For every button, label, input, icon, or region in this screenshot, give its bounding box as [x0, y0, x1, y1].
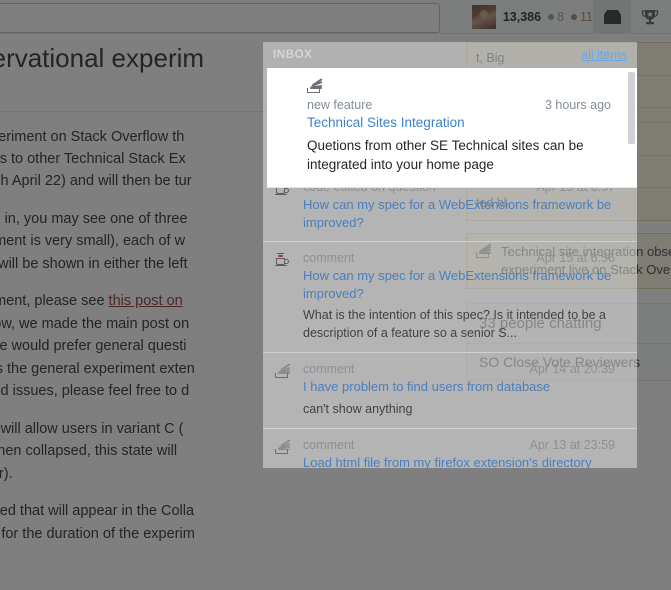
post-line: ack Overflow, we made the main post on [0, 315, 190, 332]
post-paragraph-5: s been added that will appear in the Col… [0, 500, 468, 545]
notification-excerpt: Quetions from other SE Technical sites c… [307, 138, 584, 173]
post-line: ge sites. We would prefer general questi [0, 338, 187, 355]
post-line: eks (through April 22) and will then be … [0, 173, 192, 190]
all-items-link[interactable]: all items [581, 48, 627, 62]
notification-time: Apr 14 at 20:39 [529, 362, 615, 377]
notification-title[interactable]: I have problem to find users from databa… [303, 378, 615, 396]
coffee-mug-site-icon [275, 252, 290, 267]
notification-type: comment [303, 362, 355, 377]
user-stats-area: 13,386 8 11 [471, 0, 593, 34]
post-line: SE post (as the general experiment exten [0, 360, 195, 377]
list-item[interactable]: comment Apr 14 at 20:39 I have problem t… [263, 353, 637, 430]
post-line: ers you are in, you may see one of three [0, 210, 188, 227]
list-item[interactable]: comment Apr 13 at 23:59 Load html file f… [263, 429, 637, 468]
inbox-button[interactable] [593, 0, 631, 34]
notification-type: comment [303, 251, 355, 266]
bronze-badge-group[interactable]: 11 [571, 10, 593, 24]
inbox-dropdown-header: INBOX all items [263, 42, 637, 68]
inbox-dropdown: INBOX all items code edited on question … [263, 42, 637, 468]
notification-time: Apr 15 at 6:56 [536, 251, 615, 266]
silver-badge-group[interactable]: 8 [548, 10, 564, 24]
notification-time: Apr 13 at 23:59 [529, 438, 615, 453]
notification-title[interactable]: Technical Sites Integration [307, 114, 611, 132]
trophy-icon [641, 9, 659, 24]
post-line: completely for the duration of the exper… [0, 525, 195, 542]
reputation-count: 13,386 [502, 10, 542, 24]
search-field-wrapper [0, 3, 440, 33]
notification-title[interactable]: Load html file from my firefox extension… [303, 454, 615, 468]
post-line: added that will allow users in variant C… [0, 420, 184, 437]
search-input[interactable] [0, 3, 440, 33]
post-line: this experiment is very small), each of … [0, 233, 186, 250]
achievements-button[interactable] [631, 0, 669, 34]
silver-badge-icon [548, 14, 555, 20]
post-line: me browser). [0, 465, 13, 482]
top-navigation-bar: 13,386 8 11 [0, 0, 671, 34]
post-line: s been added that will appear in the Col… [0, 503, 195, 520]
post-line: this experiment, please see [0, 293, 105, 310]
notification-type: new feature [307, 98, 373, 112]
notification-time: 3 hours ago [544, 98, 611, 112]
inbox-item-list[interactable]: code edited on question Apr 15 at 6:57 H… [263, 68, 637, 468]
notification-excerpt: What is the intention of this spec? Is i… [303, 308, 606, 340]
stackoverflow-logo-icon [275, 439, 291, 455]
notification-type: comment [303, 438, 355, 453]
post-line: ational experiment on Stack Overflow th [0, 128, 185, 145]
list-item[interactable]: comment Apr 15 at 6:56 How can my spec f… [263, 242, 637, 354]
post-line: ort bugs and issues, please feel free to… [0, 383, 190, 400]
inbox-icon [603, 9, 621, 24]
bronze-badge-icon [571, 14, 578, 20]
post-line: from or links to other Technical Stack E… [0, 150, 186, 167]
bronze-badge-count: 11 [580, 10, 593, 24]
highlighted-notification-item[interactable]: new feature 3 hours ago Technical Sites … [267, 68, 637, 188]
inbox-scrollbar[interactable] [628, 72, 635, 144]
stackoverflow-logo-icon [307, 78, 323, 93]
notification-excerpt: can't show anything [303, 401, 413, 416]
notification-title[interactable]: How can my spec for a WebExtensions fram… [303, 196, 615, 231]
post-line: module. When collapsed, this state will [0, 443, 178, 460]
avatar[interactable] [471, 5, 496, 29]
stackoverflow-logo-icon [275, 363, 291, 379]
this-post-on-link[interactable]: this post on [109, 293, 183, 309]
notification-title[interactable]: How can my spec for a WebExtensions fram… [303, 267, 615, 302]
inbox-header-label: INBOX [273, 49, 313, 61]
post-line: ent (which will be shown in either the l… [0, 255, 188, 272]
silver-badge-count: 8 [557, 10, 565, 24]
